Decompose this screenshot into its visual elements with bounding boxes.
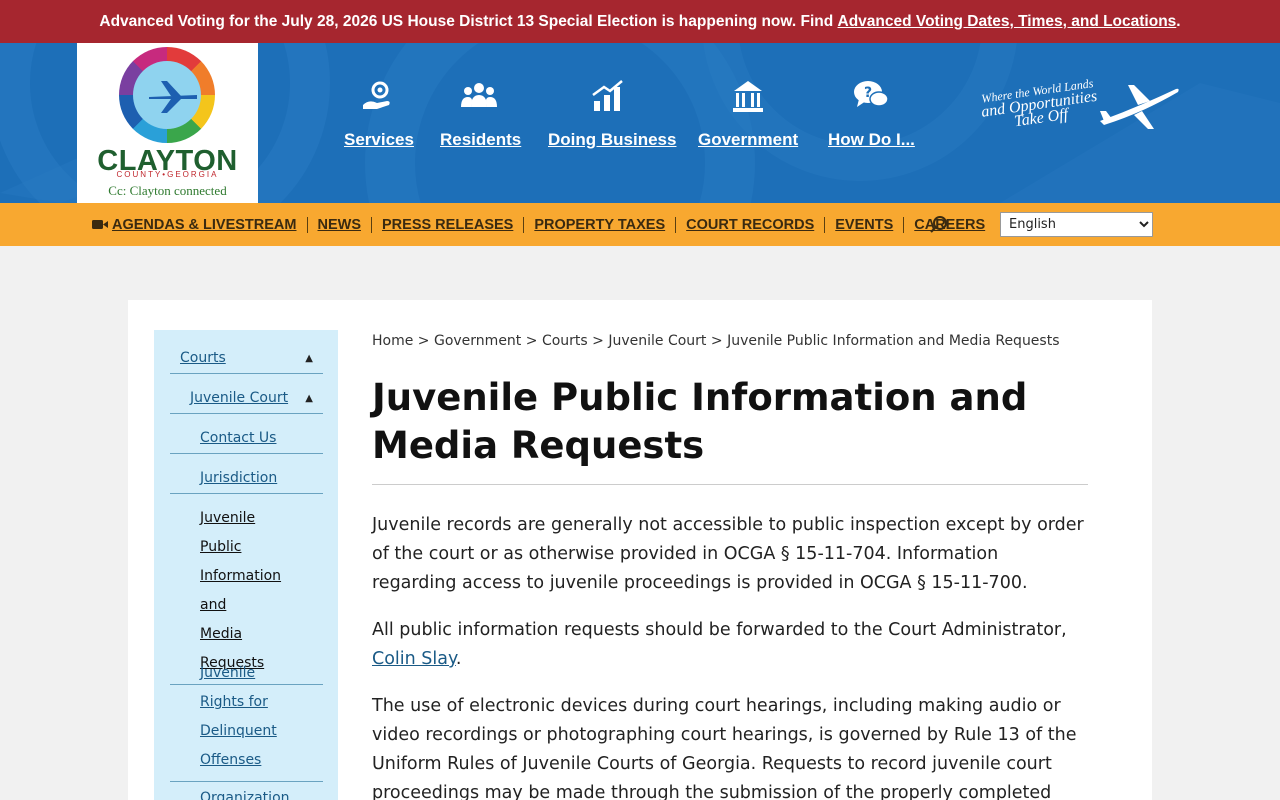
sidebar-item-organization[interactable]: Organization xyxy=(170,784,323,800)
svg-text:?: ? xyxy=(864,85,872,101)
sidebar-item-label: Courts xyxy=(180,350,226,366)
nav-how-do-i[interactable]: ? How Do I... xyxy=(828,79,915,150)
question-chat-icon: ? xyxy=(854,81,889,107)
sidebar-nav: Courts ▲ Juvenile Court ▲ Contact Us Jur… xyxy=(154,330,338,800)
nav-services-label: Services xyxy=(344,130,414,149)
paragraph-information-requests: All public information requests should b… xyxy=(372,616,1088,674)
gear-hand-icon xyxy=(363,81,390,109)
site-header: CLAYTON COUNTY•GEORGIA Cc: Clayton conne… xyxy=(0,43,1280,203)
paragraph-requests-suffix: . xyxy=(455,649,462,669)
nav-doing-business[interactable]: Doing Business xyxy=(548,79,677,150)
sec-link-property-taxes[interactable]: Property Taxes xyxy=(524,216,677,233)
sidebar-item-label: Juvenile Rights for Delinquent Offenses xyxy=(200,665,277,768)
sidebar-item-courts[interactable]: Courts ▲ xyxy=(170,344,323,374)
nav-residents[interactable]: Residents xyxy=(440,79,522,150)
logo-subtitle: COUNTY•GEORGIA xyxy=(116,170,219,179)
breadcrumb-separator: > xyxy=(592,333,604,349)
breadcrumb-current: Juvenile Public Information and Media Re… xyxy=(727,333,1060,349)
nav-how-do-i-label: How Do I... xyxy=(828,130,915,149)
people-icon xyxy=(461,83,497,107)
capitol-building-icon xyxy=(733,81,763,112)
breadcrumb-separator: > xyxy=(417,333,430,349)
clayton-county-logo[interactable]: CLAYTON COUNTY•GEORGIA Cc: Clayton conne… xyxy=(77,43,258,203)
nav-services[interactable]: Services xyxy=(344,79,414,150)
breadcrumb-separator: > xyxy=(710,333,723,349)
sidebar-item-label: Juvenile Court xyxy=(190,390,289,406)
secondary-nav-links: Agendas & Livestream News Press Releases… xyxy=(92,203,995,246)
search-icon[interactable] xyxy=(928,214,950,236)
paragraph-electronic-devices: The use of electronic devices during cou… xyxy=(372,696,1077,800)
alert-banner: Advanced Voting for the July 28, 2026 US… xyxy=(0,0,1280,43)
sec-link-court-records[interactable]: Court Records xyxy=(676,216,826,233)
airplane-icon xyxy=(1100,85,1179,129)
video-camera-icon xyxy=(92,219,108,229)
sidebar-item-label: Contact Us xyxy=(200,430,277,446)
nav-residents-label: Residents xyxy=(440,130,522,149)
airport-tagline: Where the World Lands and Opportunities … xyxy=(972,76,1182,139)
paragraph-requests-text: All public information requests should b… xyxy=(372,620,1067,640)
language-select[interactable]: English xyxy=(1000,212,1153,237)
logo-tagline: Cc: Clayton connected xyxy=(108,183,227,198)
breadcrumb-home[interactable]: Home xyxy=(372,333,413,349)
paragraph-records-access: Juvenile records are generally not acces… xyxy=(372,515,1084,593)
page-title: Juvenile Public Information and Media Re… xyxy=(372,374,1088,485)
sidebar-item-public-information[interactable]: Juvenile Public Information and Media Re… xyxy=(170,504,323,685)
breadcrumb-juvenile-court[interactable]: Juvenile Court xyxy=(608,333,706,349)
sidebar-item-label: Organization xyxy=(200,790,290,800)
advanced-voting-link[interactable]: Advanced Voting Dates, Times, and Locati… xyxy=(838,13,1177,31)
main-content: Home > Government > Courts > Juvenile Co… xyxy=(372,330,1088,800)
sec-link-agendas-label: Agendas & Livestream xyxy=(112,216,297,233)
content-card: Courts ▲ Juvenile Court ▲ Contact Us Jur… xyxy=(128,300,1152,800)
sec-link-events[interactable]: Events xyxy=(825,216,905,233)
sidebar-item-contact-us[interactable]: Contact Us xyxy=(170,424,323,454)
tagline-text: Where the World Lands and Opportunities … xyxy=(972,75,1107,135)
breadcrumb: Home > Government > Courts > Juvenile Co… xyxy=(372,330,1088,352)
sidebar-item-juvenile-court[interactable]: Juvenile Court ▲ xyxy=(170,384,323,414)
nav-doing-business-label: Doing Business xyxy=(548,130,677,149)
growth-chart-icon xyxy=(592,80,623,111)
sec-link-press-releases[interactable]: Press Releases xyxy=(372,216,525,233)
sidebar-item-label: Jurisdiction xyxy=(200,470,278,486)
logo-airplane-icon xyxy=(149,81,197,113)
alert-suffix: . xyxy=(1176,12,1181,30)
sidebar-item-juvenile-rights[interactable]: Juvenile Rights for Delinquent Offenses xyxy=(170,659,323,782)
sidebar-item-jurisdiction[interactable]: Jurisdiction xyxy=(170,464,323,494)
breadcrumb-separator: > xyxy=(525,333,538,349)
court-administrator-link[interactable]: Colin Slay xyxy=(372,649,456,669)
sec-link-news[interactable]: News xyxy=(308,216,372,233)
breadcrumb-courts[interactable]: Courts xyxy=(542,333,588,349)
breadcrumb-government[interactable]: Government xyxy=(434,333,521,349)
nav-government[interactable]: Government xyxy=(698,79,798,150)
alert-text: Advanced Voting for the July 28, 2026 US… xyxy=(99,12,834,30)
collapse-arrow-icon[interactable]: ▲ xyxy=(305,344,313,373)
collapse-arrow-icon[interactable]: ▲ xyxy=(305,384,313,413)
nav-government-label: Government xyxy=(698,130,799,149)
sidebar-item-label: Juvenile Public Information and Media Re… xyxy=(200,510,282,671)
sec-link-agendas-livestream[interactable]: Agendas & Livestream xyxy=(92,216,308,233)
